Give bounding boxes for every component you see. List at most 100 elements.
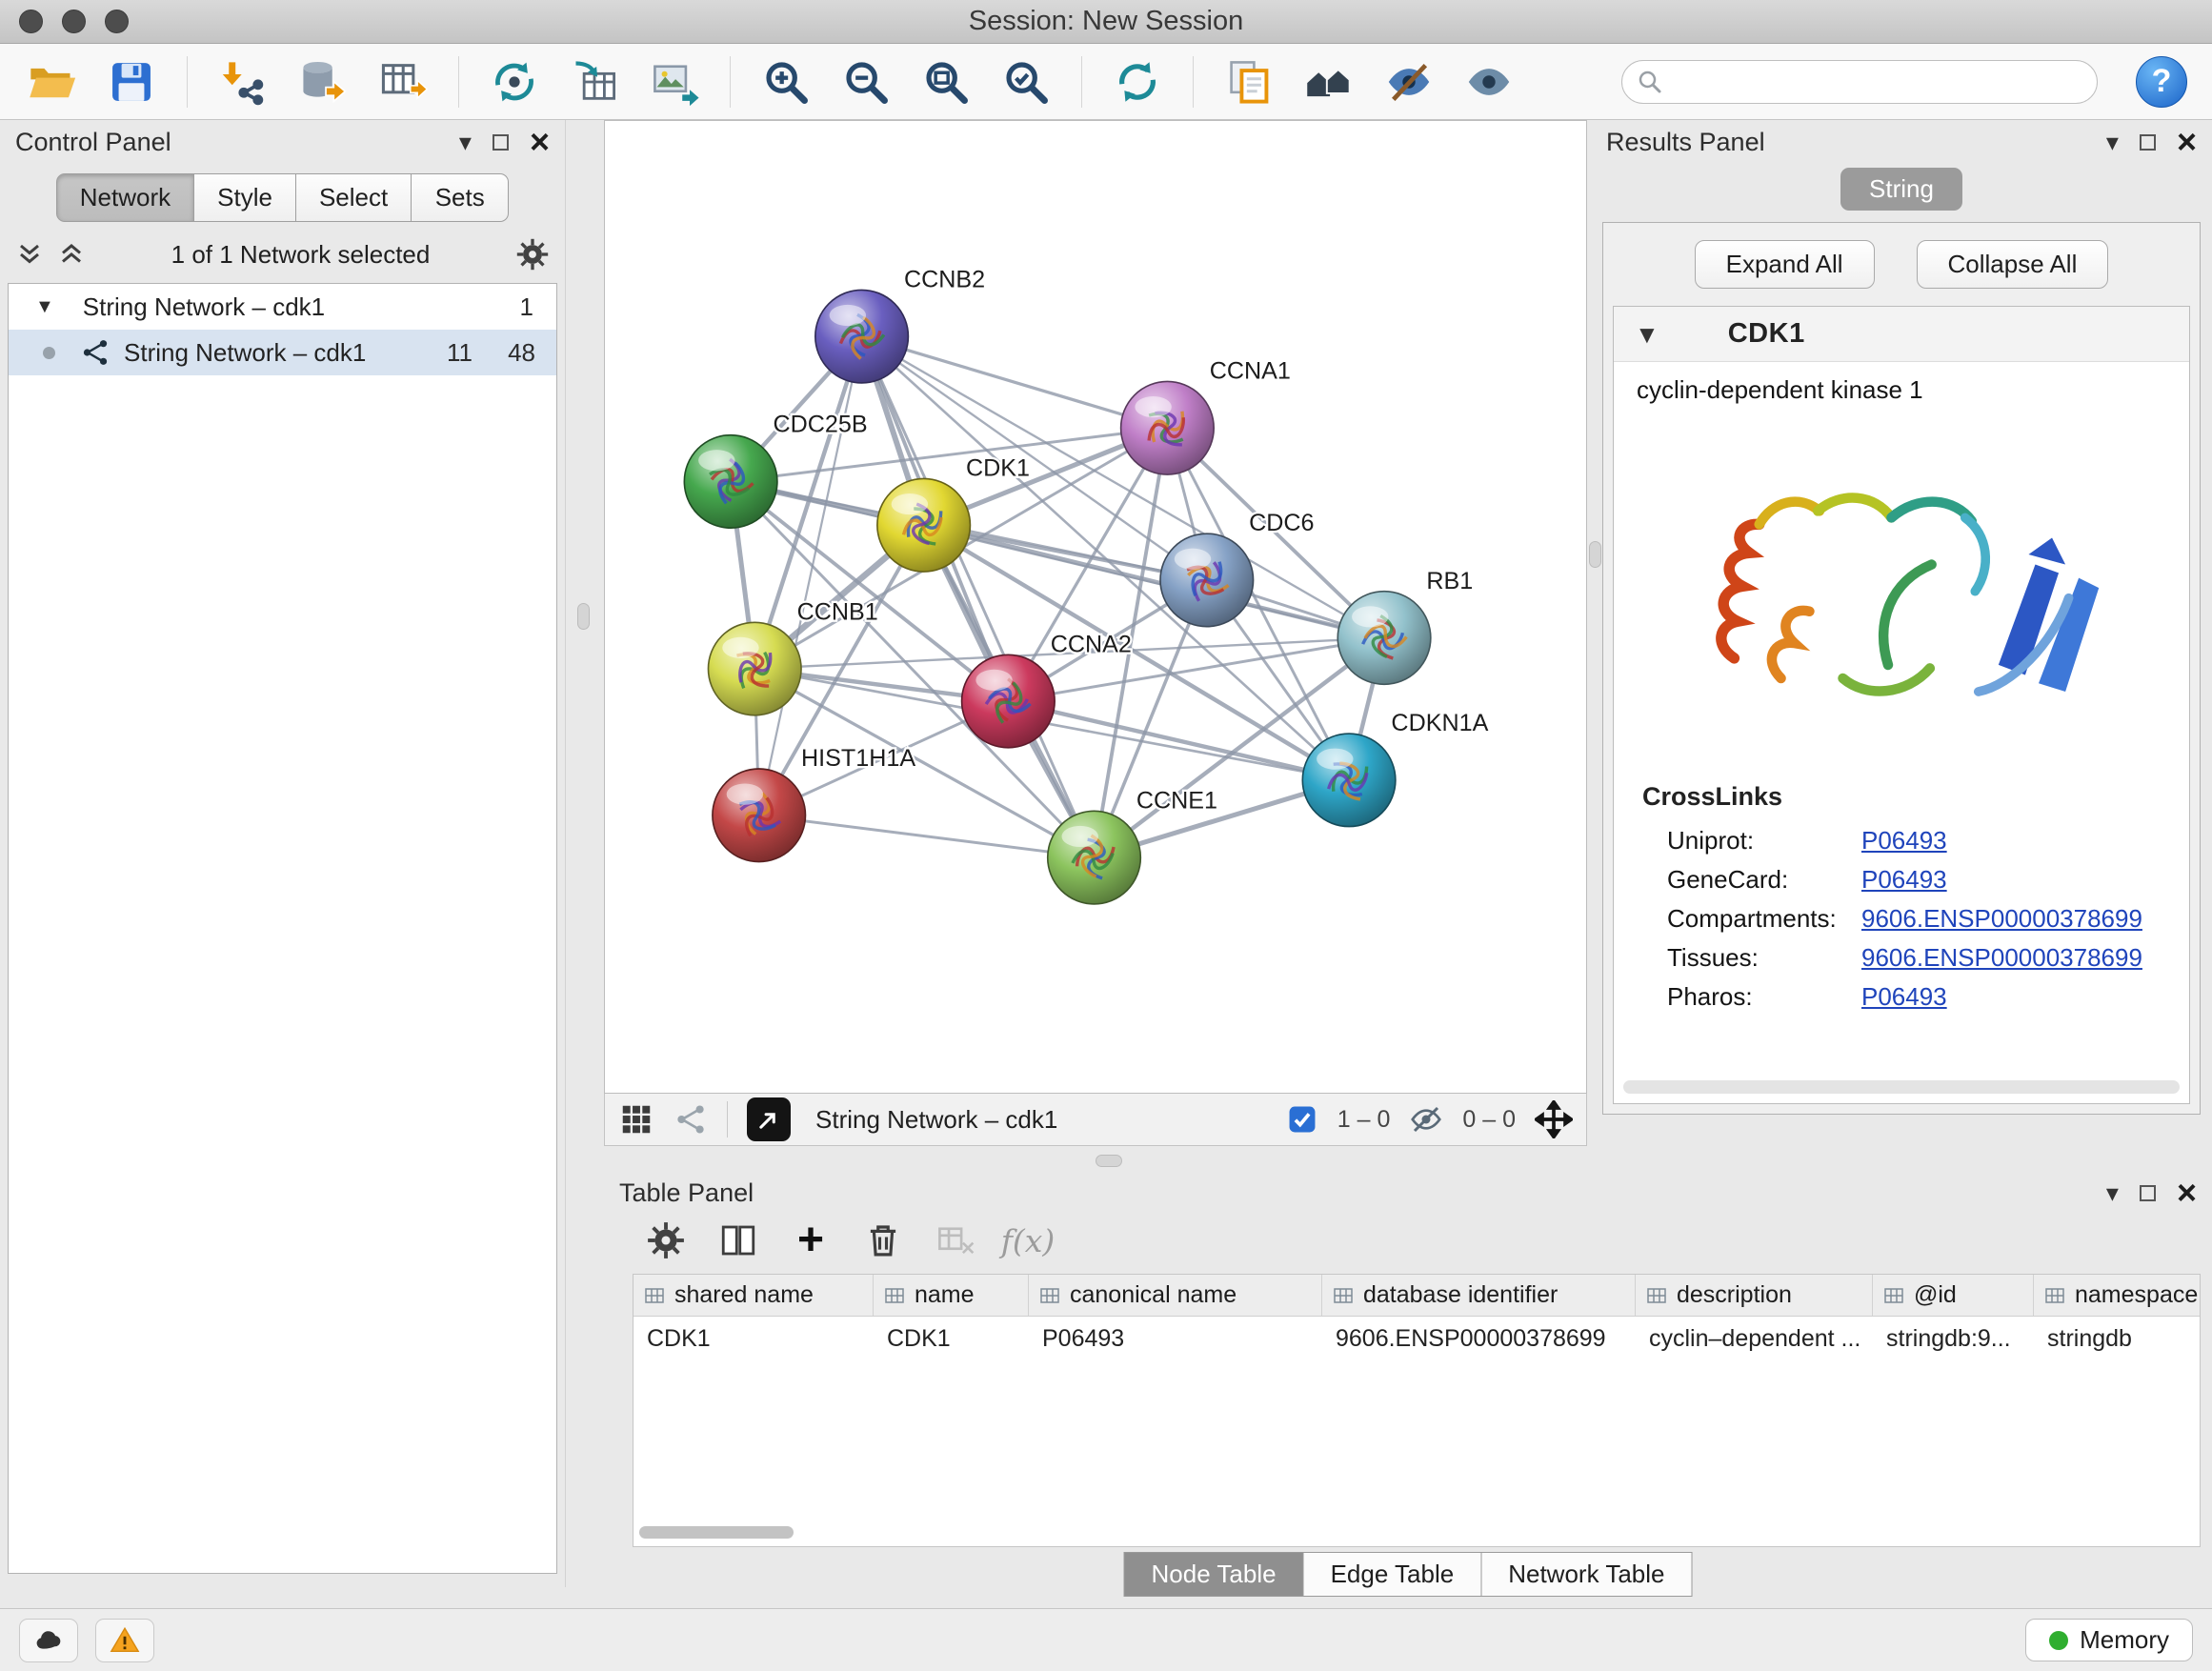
hide-selected-button[interactable] [1375,51,1443,112]
close-panel-button[interactable]: × [2177,125,2197,159]
show-all-button[interactable] [1455,51,1523,112]
selected-checkbox-icon[interactable] [1286,1103,1318,1136]
crosslink-genecard-link[interactable]: P06493 [1861,865,1947,895]
cell-database-identifier[interactable]: 9606.ENSP00000378699 [1322,1325,1636,1353]
crosslink-pharos-link[interactable]: P06493 [1861,982,1947,1012]
cell-id[interactable]: stringdb:9... [1873,1325,2034,1353]
column-header-canonical-name[interactable]: canonical name [1029,1275,1322,1316]
network-node-CDC6[interactable] [1160,534,1254,627]
panel-menu-icon[interactable]: ▾ [2106,130,2119,154]
open-session-button[interactable] [17,51,86,112]
network-node-CCNE1[interactable] [1048,811,1141,904]
tab-network-table[interactable]: Network Table [1481,1552,1692,1597]
protein-card-header[interactable]: ▼ CDK1 [1614,307,2189,362]
column-header-namespace[interactable]: namespace [2034,1275,2201,1316]
cell-name[interactable]: CDK1 [874,1325,1029,1353]
export-image-button[interactable] [640,51,709,112]
zoom-out-button[interactable] [832,51,900,112]
help-button[interactable]: ? [2136,56,2187,108]
collapse-all-networks-icon[interactable] [57,240,86,269]
create-column-button[interactable]: + [789,1218,833,1262]
column-header-shared-name[interactable]: shared name [633,1275,874,1316]
cloud-status-button[interactable] [19,1619,78,1662]
search-box[interactable] [1621,60,2098,104]
network-collection-row[interactable]: ▼ String Network – cdk1 1 [9,284,556,330]
network-node-CDKN1A[interactable] [1302,734,1396,827]
memory-button[interactable]: Memory [2025,1619,2193,1661]
save-session-button[interactable] [97,51,166,112]
delete-table-button-disabled[interactable] [934,1218,977,1262]
column-header-description[interactable]: description [1636,1275,1873,1316]
network-canvas[interactable]: CCNB2CCNA1CDC25BCDK1CDC6RB1CCNB1CCNA2CDK… [604,120,1587,1094]
cell-description[interactable]: cyclin–dependent ... [1636,1325,1873,1353]
window-zoom-button[interactable] [105,10,129,33]
horizontal-scrollbar[interactable] [639,1526,2194,1542]
function-builder-button[interactable]: f(x) [1006,1218,1050,1262]
clone-network-button[interactable] [1215,51,1283,112]
float-panel-button[interactable] [493,134,509,151]
network-share-icon[interactable] [674,1102,708,1137]
cell-namespace[interactable]: stringdb [2034,1325,2201,1353]
crosslink-uniprot-link[interactable]: P06493 [1861,826,1947,856]
import-network-from-file-button[interactable] [209,51,277,112]
crosslink-tissues-link[interactable]: 9606.ENSP00000378699 [1861,943,2142,973]
network-edge-HIST1H1A-CCNE1[interactable] [759,815,1095,857]
hidden-eye-icon[interactable] [1409,1102,1443,1137]
tab-node-table[interactable]: Node Table [1124,1552,1304,1597]
table-options-button[interactable] [644,1218,688,1262]
grid-view-icon[interactable] [618,1101,654,1137]
warnings-button[interactable] [95,1619,154,1662]
close-panel-button[interactable]: × [2177,1176,2197,1210]
panel-menu-icon[interactable]: ▾ [2106,1180,2119,1205]
cell-shared-name[interactable]: CDK1 [633,1325,874,1353]
collapse-section-icon[interactable]: ▼ [1635,322,1659,347]
tab-network[interactable]: Network [56,173,194,222]
expand-all-networks-icon[interactable] [15,240,44,269]
zoom-in-button[interactable] [752,51,820,112]
close-panel-button[interactable]: × [530,125,550,159]
network-node-CCNB2[interactable] [815,290,909,383]
network-node-HIST1H1A[interactable] [713,769,806,862]
splitter-handle[interactable] [1589,541,1601,568]
float-panel-button[interactable] [2140,134,2156,151]
network-node-CDC25B[interactable] [684,435,777,529]
import-network-from-database-button[interactable] [289,51,357,112]
crosslink-compartments-link[interactable]: 9606.ENSP00000378699 [1861,904,2142,934]
new-network-from-selection-button[interactable] [480,51,549,112]
collapse-all-button[interactable]: Collapse All [1917,240,2109,289]
refresh-view-button[interactable] [1103,51,1172,112]
first-neighbors-button[interactable] [1295,51,1363,112]
table-row[interactable]: CDK1 CDK1 P06493 9606.ENSP00000378699 cy… [633,1317,2201,1360]
tab-select[interactable]: Select [296,173,412,222]
splitter-handle[interactable] [1096,1155,1122,1167]
zoom-fit-content-button[interactable] [912,51,980,112]
panel-menu-icon[interactable]: ▾ [459,130,472,154]
pan-move-icon[interactable] [1535,1100,1573,1138]
tab-string[interactable]: String [1840,168,1962,211]
network-node-CCNA1[interactable] [1121,381,1215,474]
network-edge-CCNA2-CDKN1A[interactable] [1008,701,1349,780]
network-edge-CCNB2-CCNE1[interactable] [862,336,1095,857]
splitter-handle[interactable] [577,603,590,630]
horizontal-scrollbar[interactable] [1623,1080,2180,1094]
tab-edge-table[interactable]: Edge Table [1304,1552,1482,1597]
network-row[interactable]: String Network – cdk1 11 48 [9,330,556,375]
network-edge-CCNB2-HIST1H1A[interactable] [759,336,862,815]
scrollbar-thumb[interactable] [639,1526,794,1539]
zoom-selected-button[interactable] [992,51,1060,112]
network-node-RB1[interactable] [1337,592,1431,685]
expand-all-button[interactable]: Expand All [1695,240,1875,289]
window-close-button[interactable] [19,10,43,33]
network-node-CCNA2[interactable] [962,654,1056,748]
import-table-from-file-button[interactable] [369,51,437,112]
tab-sets[interactable]: Sets [412,173,509,222]
collapse-triangle-icon[interactable]: ▼ [35,296,54,318]
column-header-database-identifier[interactable]: database identifier [1322,1275,1636,1316]
show-columns-button[interactable] [716,1218,760,1262]
delete-column-button[interactable] [861,1218,905,1262]
float-panel-button[interactable] [2140,1185,2156,1201]
network-edge-CCNB2-CCNA1[interactable] [862,336,1168,428]
network-node-CCNB1[interactable] [708,622,801,715]
detach-view-button[interactable] [747,1097,791,1141]
tab-style[interactable]: Style [194,173,296,222]
